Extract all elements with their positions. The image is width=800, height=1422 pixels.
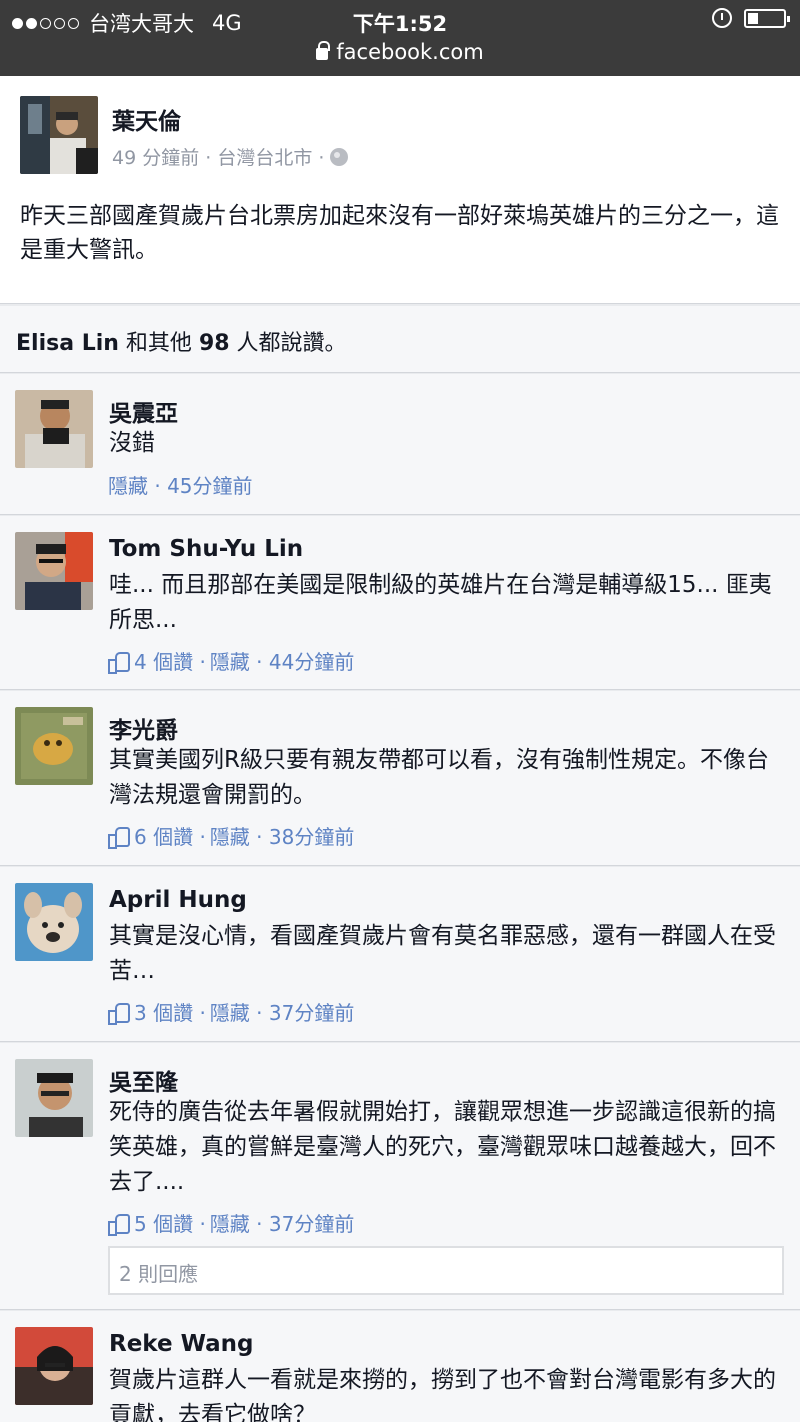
commenter-name[interactable]: Tom Shu-Yu Lin — [109, 536, 303, 562]
commenter-avatar[interactable] — [15, 390, 93, 468]
likes-tail: 人都說讚。 — [229, 331, 347, 356]
hide-link[interactable]: 隱藏 · 37分鐘前 — [210, 1208, 355, 1237]
clock: 下午1:52 — [352, 12, 448, 36]
commenter-name[interactable]: 吳至隆 — [109, 1063, 178, 1097]
hide-link[interactable]: 隱藏 · 37分鐘前 — [210, 997, 355, 1026]
like-icon — [108, 651, 130, 674]
like-count[interactable]: 3 個讚 · — [134, 997, 206, 1026]
likes-count: 98 — [198, 331, 230, 356]
commenter-name[interactable]: April Hung — [109, 887, 247, 913]
hide-link[interactable]: 隱藏 · 38分鐘前 — [210, 821, 355, 850]
comment-text: 哇... 而且那部在美國是限制級的英雄片在台灣是輔導級15... 匪夷所思... — [109, 572, 772, 633]
author-avatar[interactable] — [20, 96, 98, 174]
like-icon — [108, 826, 130, 849]
post-text: 昨天三部國產賀歲片台北票房加起來沒有一部好萊塢英雄片的三分之一，這是重大警訊。 — [20, 203, 779, 263]
comment-actions: 3 個讚 · 隱藏 · 37分鐘前 — [108, 997, 354, 1026]
like-count[interactable]: 5 個讚 · — [134, 1208, 206, 1237]
like-icon — [108, 1002, 130, 1025]
url-text: facebook.com — [336, 40, 484, 64]
like-count[interactable]: 6 個讚 · — [134, 821, 206, 850]
comment-actions: 4 個讚 · 隱藏 · 44分鐘前 — [108, 646, 354, 675]
battery-icon — [744, 8, 790, 28]
comment-actions: 隱藏 · 45分鐘前 — [108, 470, 253, 499]
hide-link[interactable]: 隱藏 · 44分鐘前 — [210, 646, 355, 675]
comment: 李光爵 其實美國列R級只要有親友帶都可以看，沒有強制性規定。不像台灣法規還會開罰… — [0, 691, 800, 866]
post-meta: 49 分鐘前 · 台灣台北市 · — [112, 143, 349, 170]
address-bar[interactable]: facebook.com — [0, 40, 800, 64]
hide-link[interactable]: 隱藏 · 45分鐘前 — [108, 470, 253, 499]
comment-text: 賀歲片這群人一看就是來撈的，撈到了也不會對台灣電影有多大的貢獻，去看它做啥？ — [109, 1367, 776, 1422]
likes-summary[interactable]: Elisa Lin 和其他 98 人都說讚。 — [0, 306, 800, 373]
comment-text: 其實是沒心情，看國產賀歲片會有莫名罪惡感，還有一群國人在受苦… — [109, 923, 776, 984]
comment-text: 沒錯 — [109, 430, 155, 456]
comment: April Hung 其實是沒心情，看國產賀歲片會有莫名罪惡感，還有一群國人在受… — [0, 867, 800, 1042]
commenter-avatar[interactable] — [15, 707, 93, 785]
status-bar: 台湾大哥大 4G 下午1:52 facebook.com — [0, 0, 800, 76]
commenter-name[interactable]: Reke Wang — [109, 1331, 254, 1357]
view-replies-button[interactable]: 2 則回應 — [108, 1246, 784, 1295]
commenter-name[interactable]: 李光爵 — [109, 711, 178, 745]
comment-actions: 6 個讚 · 隱藏 · 38分鐘前 — [108, 821, 354, 850]
like-count[interactable]: 4 個讚 · — [134, 646, 206, 675]
lock-icon — [316, 41, 331, 60]
globe-icon — [330, 147, 349, 166]
comment: Tom Shu-Yu Lin 哇... 而且那部在美國是限制級的英雄片在台灣是輔… — [0, 516, 800, 690]
likes-mid: 和其他 — [118, 331, 199, 356]
commenter-avatar[interactable] — [15, 1059, 93, 1137]
commenter-avatar[interactable] — [15, 532, 93, 610]
liker-name[interactable]: Elisa Lin — [16, 331, 119, 356]
like-icon — [108, 1213, 130, 1236]
commenter-avatar[interactable] — [15, 1327, 93, 1405]
commenter-avatar[interactable] — [15, 883, 93, 961]
comment-text: 其實美國列R級只要有親友帶都可以看，沒有強制性規定。不像台灣法規還會開罰的。 — [109, 747, 769, 808]
comment-text: 死侍的廣告從去年暑假就開始打，讓觀眾想進一步認識這很新的搞笑英雄，真的嘗鮮是臺灣… — [109, 1099, 776, 1195]
comment-actions: 5 個讚 · 隱藏 · 37分鐘前 — [108, 1208, 354, 1237]
comment: Reke Wang 賀歲片這群人一看就是來撈的，撈到了也不會對台灣電影有多大的貢… — [0, 1311, 800, 1422]
post-meta-text: 49 分鐘前 · 台灣台北市 · — [112, 147, 325, 169]
commenter-name[interactable]: 吳震亞 — [109, 394, 178, 428]
alarm-icon — [712, 8, 732, 28]
comment: 吳至隆 死侍的廣告從去年暑假就開始打，讓觀眾想進一步認識這很新的搞笑英雄，真的嘗… — [0, 1043, 800, 1310]
comment: 吳震亞 沒錯 隱藏 · 45分鐘前 — [0, 374, 800, 515]
post: 葉天倫 49 分鐘前 · 台灣台北市 · 昨天三部國產賀歲片台北票房加起來沒有一… — [0, 76, 800, 304]
post-author[interactable]: 葉天倫 — [112, 102, 181, 136]
